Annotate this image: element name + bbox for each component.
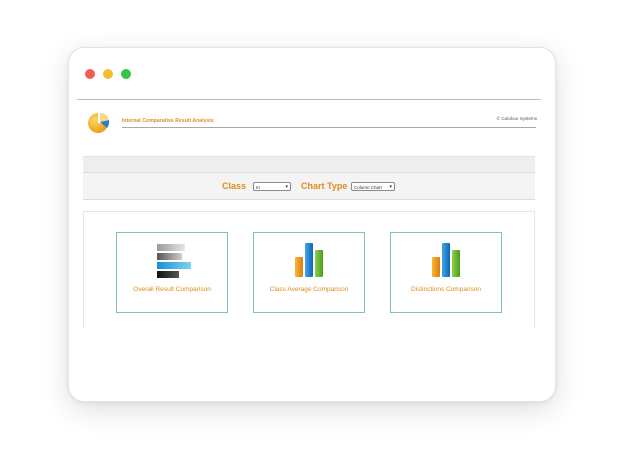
title-underline — [122, 127, 536, 128]
header-divider — [77, 99, 541, 100]
maximize-window-button[interactable] — [121, 69, 131, 79]
close-window-button[interactable] — [85, 69, 95, 79]
overall-result-comparison-card[interactable]: Overall Result Comparison — [116, 232, 228, 313]
browser-window: Internal Comparative Result Analysis © C… — [68, 47, 556, 402]
chart-type-label: Chart Type — [301, 181, 348, 191]
chevron-down-icon: ▾ — [389, 184, 392, 190]
column-chart-icon — [295, 243, 323, 277]
pie-chart-icon — [88, 112, 110, 133]
minimize-window-button[interactable] — [103, 69, 113, 79]
copyright-text: © Candour Systems — [496, 116, 537, 121]
card-label: Overall Result Comparison — [133, 286, 211, 293]
bar-chart-horizontal-icon — [157, 244, 191, 278]
app-title: Internal Comparative Result Analysis — [122, 118, 214, 124]
card-label: Class Average Comparison — [269, 286, 349, 293]
chart-type-select[interactable]: Column Chart ▾ — [351, 182, 395, 191]
distinctions-comparison-card[interactable]: Distinctions Comparison — [390, 232, 502, 313]
top-toolbar-strip — [83, 156, 535, 173]
class-average-comparison-card[interactable]: Class Average Comparison — [253, 232, 365, 313]
card-label: Distinctions Comparison — [410, 286, 482, 293]
chart-type-select-value: Column Chart — [354, 185, 382, 190]
column-chart-icon — [432, 243, 460, 277]
class-label: Class — [222, 181, 247, 191]
filter-bar: Class III ▾ Chart Type Column Chart ▾ — [83, 172, 535, 200]
class-select-value: III — [256, 185, 260, 190]
class-select[interactable]: III ▾ — [253, 182, 291, 191]
chevron-down-icon: ▾ — [285, 184, 288, 190]
